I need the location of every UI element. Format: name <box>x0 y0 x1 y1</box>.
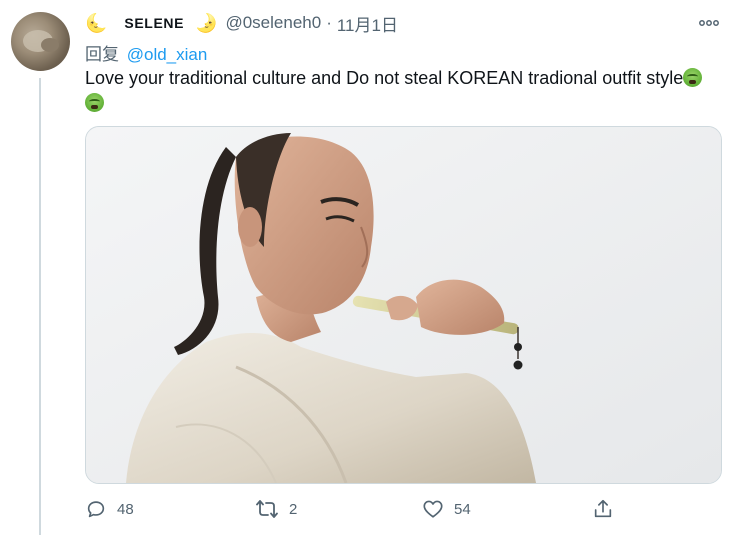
tweet-text: Love your traditional culture and Do not… <box>85 66 725 116</box>
nauseated-face-icon <box>683 68 703 87</box>
avatar[interactable] <box>11 12 70 71</box>
heart-icon <box>423 500 443 518</box>
like-button[interactable]: 54 <box>422 496 471 522</box>
share-icon <box>594 499 612 518</box>
tweet-date[interactable]: 11月1日 <box>337 11 398 36</box>
tweet-photo[interactable] <box>85 126 722 484</box>
reply-count: 48 <box>117 500 134 518</box>
reply-icon <box>87 501 105 518</box>
photo-illustration <box>86 127 721 483</box>
display-name[interactable]: SELENE <box>124 15 184 31</box>
tweet-body: Love your traditional culture and Do not… <box>85 68 684 88</box>
user-handle[interactable]: @0seleneh0 <box>225 13 321 33</box>
crescent-moon-right-icon: 🌛 <box>195 13 218 33</box>
reply-context: 回复 @old_xian <box>85 40 207 65</box>
retweet-count: 2 <box>289 500 298 518</box>
tweet-actions: 48 2 54 <box>85 496 630 522</box>
tweet-header: 🌜 SELENE 🌛 @0seleneh0 · 11月1日 <box>85 10 398 36</box>
thread-line <box>39 78 41 535</box>
reply-button[interactable]: 48 <box>85 496 134 522</box>
reply-prefix: 回复 <box>85 45 119 64</box>
more-options-icon[interactable] <box>697 11 721 35</box>
reply-mention-link[interactable]: @old_xian <box>127 45 208 64</box>
retweet-button[interactable]: 2 <box>255 496 297 522</box>
like-count: 54 <box>454 500 471 518</box>
separator-dot: · <box>326 13 332 32</box>
nauseated-face-icon <box>85 93 104 112</box>
crescent-moon-left-icon: 🌜 <box>85 13 108 33</box>
share-button[interactable] <box>592 496 614 522</box>
retweet-icon <box>256 500 278 518</box>
